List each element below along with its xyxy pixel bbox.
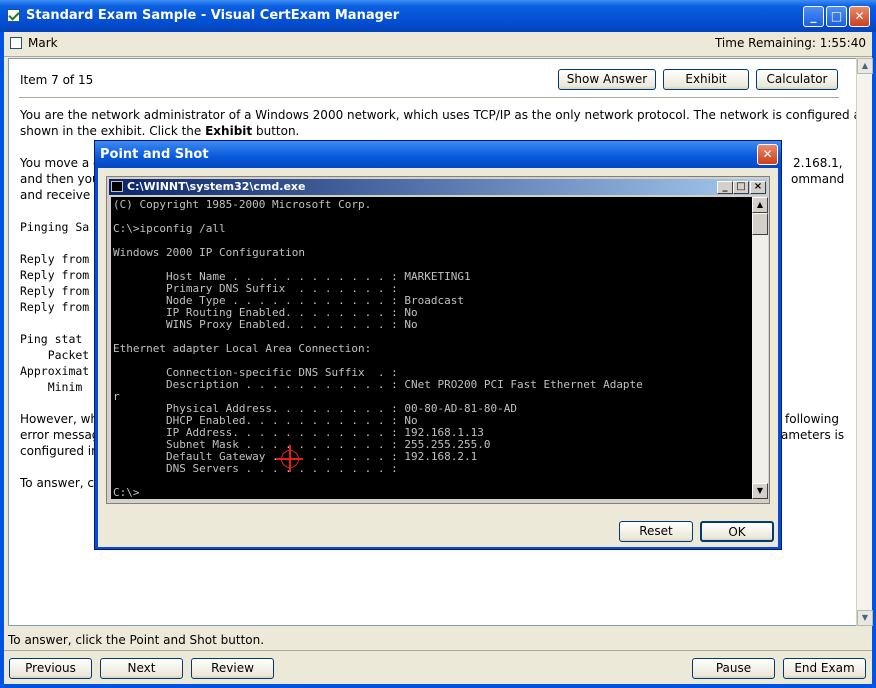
cmd-title-bar: C:\WINNT\system32\cmd.exe _ □ × [109,179,767,195]
cmd-minimize-icon: _ [717,181,733,194]
calculator-button[interactable]: Calculator [756,69,838,90]
divider [4,650,872,651]
ping-output-line: Pinging Sa [20,220,90,234]
ping-output-line: Ping stat [20,332,83,346]
cmd-scrollbar: ▲ ▼ [752,197,768,499]
app-check-icon [7,9,20,22]
mark-label: Mark [28,36,58,50]
question-text-line: following [785,412,839,426]
question-text-line: and receive t [20,188,99,202]
show-answer-button[interactable]: Show Answer [558,69,656,90]
ping-output-line: Minim [20,380,83,394]
question-text-line: shown in the exhibit. Click the Exhibit … [20,124,300,138]
scroll-down-arrow-icon[interactable]: ▼ [857,610,873,626]
console-line: C:\>ipconfig /all [113,222,226,235]
question-text-line: ommand [791,172,845,186]
console-line: WINS Proxy Enabled. . . . . . . . : No [113,318,418,331]
dialog-title: Point and Shot [100,147,209,162]
next-button[interactable]: Next [100,658,183,679]
divider [19,97,839,98]
cmd-scroll-thumb [752,213,768,235]
question-text-line: error messag [20,428,100,442]
question-text-line: You are the network administrator of a W… [20,108,857,122]
maximize-button[interactable]: □ [826,6,847,27]
exhibit-screenshot[interactable]: C:\WINNT\system32\cmd.exe _ □ × (C) Copy… [106,176,770,504]
question-scrollbar[interactable]: ▲ ▼ [856,58,873,626]
ping-output-line: Reply from [20,300,90,314]
cmd-icon [111,181,123,192]
time-remaining: Time Remaining: 1:55:40 [714,36,866,50]
ping-output-line: Packet [20,348,90,362]
ping-output-line: Reply from [20,252,90,266]
previous-button[interactable]: Previous [9,658,92,679]
exhibit-button[interactable]: Exhibit [663,69,749,90]
ping-output-line: Approximat [20,364,90,378]
scroll-up-arrow-icon[interactable]: ▲ [857,58,873,74]
close-button[interactable]: ✕ [849,6,870,27]
window-title: Standard Exam Sample - Visual CertExam M… [26,8,400,23]
mark-checkbox[interactable] [10,37,22,49]
dialog-title-bar[interactable]: Point and Shot ✕ [95,141,781,168]
console-line: Ethernet adapter Local Area Connection: [113,342,372,355]
question-text-line: To answer, c [20,476,95,490]
console-line: Description . . . . . . . . . . . : CNet… [113,378,643,391]
point-and-shot-dialog: Point and Shot ✕ C:\WINNT\system32\cmd.e… [94,140,782,550]
cmd-console[interactable]: (C) Copyright 1985-2000 Microsoft Corp. … [111,197,752,499]
cmd-scroll-down-icon: ▼ [752,483,768,499]
question-text-line: and then you [20,172,100,186]
question-text-line: You move a c [20,156,100,170]
crosshair-target-icon [276,445,303,472]
pause-button[interactable]: Pause [692,658,775,679]
cmd-close-icon: × [750,181,766,194]
question-text-line: However, whe [20,412,106,426]
dialog-client: C:\WINNT\system32\cmd.exe _ □ × (C) Copy… [98,168,778,547]
question-text-line: ameters is [781,428,845,442]
cmd-scroll-up-icon: ▲ [752,197,768,213]
console-line: Windows 2000 IP Configuration [113,246,306,259]
console-line: (C) Copyright 1985-2000 Microsoft Corp. [113,198,372,211]
minimize-button[interactable]: _ [803,6,824,27]
ping-output-line: Reply from [20,284,90,298]
cmd-title: C:\WINNT\system32\cmd.exe [127,180,306,193]
question-text-line: configured in [20,444,99,458]
ping-output-line: Reply from [20,268,90,282]
cmd-maximize-icon: □ [733,181,749,194]
console-line: DNS Servers . . . . . . . . . . . : [113,462,398,475]
reset-button[interactable]: Reset [619,521,693,542]
dialog-close-button[interactable]: ✕ [757,144,778,165]
review-button[interactable]: Review [191,658,274,679]
console-line: C:\> [113,486,140,499]
status-text: To answer, click the Point and Shot butt… [8,633,265,647]
mark-bar: Mark Time Remaining: 1:55:40 [4,32,872,57]
ok-button[interactable]: OK [700,521,774,542]
question-text-line: 2.168.1, [793,156,843,170]
end-exam-button[interactable]: End Exam [783,658,866,679]
title-bar[interactable]: Standard Exam Sample - Visual CertExam M… [0,0,876,32]
item-counter: Item 7 of 15 [20,73,94,87]
